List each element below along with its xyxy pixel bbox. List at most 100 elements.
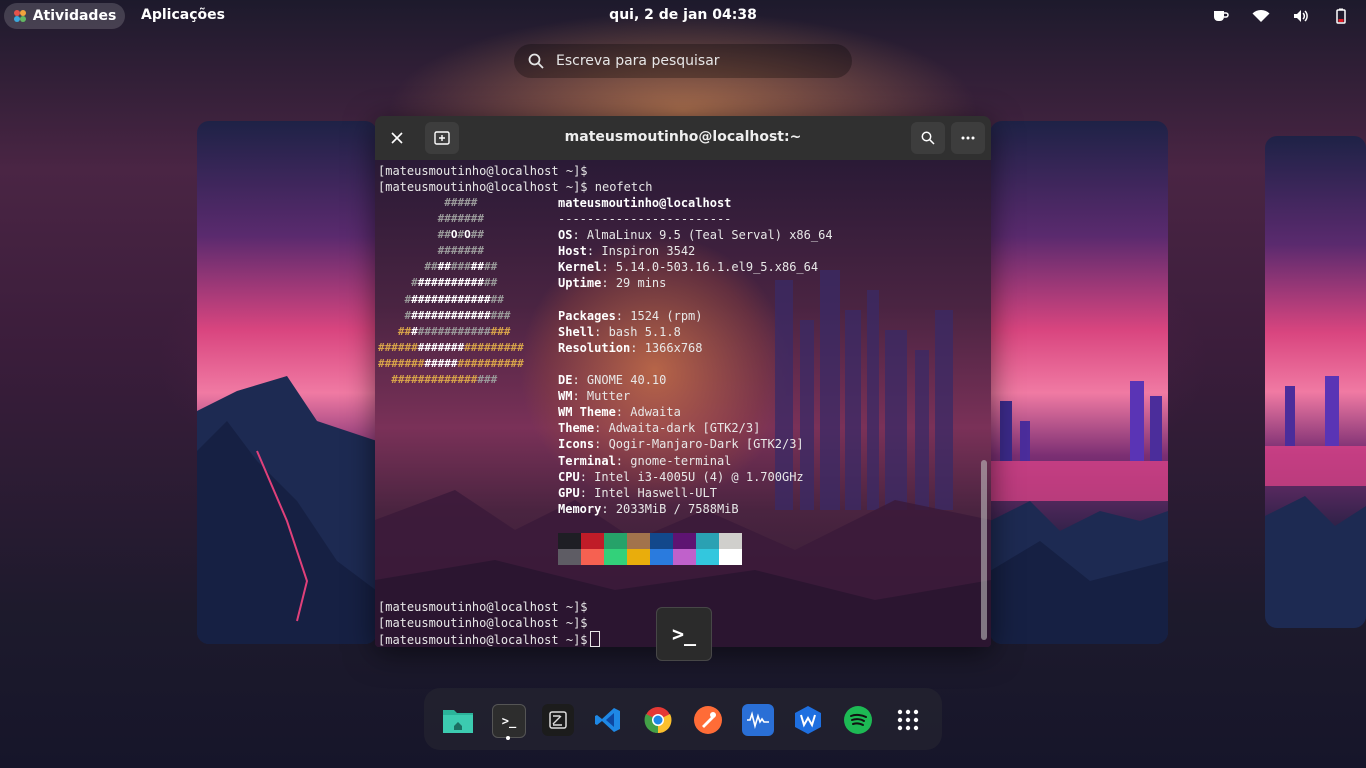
palette-swatch: [558, 533, 581, 549]
activities-button[interactable]: Atividades: [4, 3, 125, 29]
info-value: bash 5.1.8: [608, 324, 681, 339]
terminal-header-bar[interactable]: mateusmoutinho@localhost:~: [375, 116, 991, 160]
info-value: 2033MiB / 7588MiB: [615, 501, 739, 516]
info-colon: :: [615, 453, 631, 468]
postman-icon[interactable]: [692, 704, 724, 736]
palette-swatch: [627, 549, 650, 565]
window-title: mateusmoutinho@localhost:~: [564, 129, 802, 145]
scrollbar[interactable]: [981, 460, 987, 640]
app-grid-icon[interactable]: [892, 704, 924, 736]
new-tab-icon: [434, 131, 450, 145]
info-line: WM Theme: Adwaita: [558, 404, 833, 420]
info-line: Shell: bash 5.1.8: [558, 324, 833, 340]
close-button[interactable]: [380, 122, 414, 154]
info-key: Theme: [558, 421, 595, 436]
dock: >_: [424, 688, 942, 750]
palette-swatch: [673, 549, 696, 565]
menu-button[interactable]: [951, 122, 985, 154]
terminal-output-top: [mateusmoutinho@localhost ~]$ [mateusmout…: [378, 163, 653, 195]
new-tab-button[interactable]: [425, 122, 459, 154]
coffee-icon[interactable]: [1210, 6, 1232, 26]
volume-icon[interactable]: [1290, 6, 1312, 26]
applications-menu[interactable]: Aplicações: [141, 7, 225, 23]
info-line: Kernel: 5.14.0-503.16.1.el9_5.x86_64: [558, 259, 833, 275]
palette-swatch: [696, 549, 719, 565]
info-colon: :: [594, 437, 609, 452]
workspace-preview-left[interactable]: [197, 121, 377, 644]
info-value: Adwaita: [630, 405, 681, 420]
prompt-line: [mateusmoutinho@localhost ~]$ neofetch: [378, 180, 653, 195]
info-line: Memory: 2033MiB / 7588MiB: [558, 501, 833, 517]
terminal-app-badge: >_: [656, 607, 712, 661]
info-colon: :: [572, 389, 587, 404]
info-key: Packages: [558, 308, 616, 323]
wps-office-icon[interactable]: [792, 704, 824, 736]
prompt-line-active[interactable]: [mateusmoutinho@localhost ~]$: [378, 631, 600, 647]
info-colon: :: [630, 340, 645, 355]
info-colon: :: [572, 373, 587, 388]
info-colon: :: [579, 469, 595, 484]
info-colon: :: [572, 228, 587, 243]
info-value: Inspiron 3542: [601, 244, 696, 259]
palette-swatch: [604, 549, 627, 565]
palette-swatch: [558, 549, 581, 565]
info-colon: :: [594, 324, 609, 339]
info-key: CPU: [558, 469, 580, 484]
search-button[interactable]: [911, 122, 945, 154]
palette-swatch: [696, 533, 719, 549]
info-line: Theme: Adwaita-dark [GTK2/3]: [558, 420, 833, 436]
neofetch-info: mateusmoutinho@localhost ----------------…: [558, 195, 833, 517]
palette-swatch: [581, 549, 604, 565]
info-key: DE: [558, 373, 573, 388]
workspace-preview-next[interactable]: [1265, 136, 1366, 628]
info-value: GNOME 40.10: [586, 373, 667, 388]
prompt-line: [mateusmoutinho@localhost ~]$: [378, 616, 588, 631]
info-key: Host: [558, 244, 587, 259]
info-key: OS: [558, 228, 573, 243]
search-icon: [921, 131, 935, 145]
info-line: GPU: Intel Haswell-ULT: [558, 485, 833, 501]
info-colon: :: [615, 405, 631, 420]
terminal-window[interactable]: mateusmoutinho@localhost:~ [mateusmoutin…: [375, 116, 991, 647]
wifi-icon[interactable]: [1250, 6, 1272, 26]
audio-editor-icon[interactable]: [742, 704, 774, 736]
info-key: Kernel: [558, 260, 602, 275]
info-key: WM Theme: [558, 405, 616, 420]
info-value: Intel Haswell-ULT: [594, 485, 717, 500]
info-key: Uptime: [558, 276, 602, 291]
palette-swatch: [581, 533, 604, 549]
clock[interactable]: qui, 2 de jan 04:38: [609, 7, 757, 23]
info-line: Icons: Qogir-Manjaro-Dark [GTK2/3]: [558, 436, 833, 452]
info-line: Terminal: gnome-terminal: [558, 453, 833, 469]
info-value: Mutter: [586, 389, 631, 404]
activities-label: Atividades: [32, 8, 117, 24]
info-line: CPU: Intel i3-4005U (4) @ 1.700GHz: [558, 469, 833, 485]
distro-logo-icon: [13, 10, 26, 22]
vscode-icon[interactable]: [592, 704, 624, 736]
spotify-icon[interactable]: [842, 704, 874, 736]
wallpaper-image: [1265, 376, 1366, 628]
menu-icon: [961, 136, 975, 140]
chrome-icon[interactable]: [642, 704, 674, 736]
info-line: OS: AlmaLinux 9.5 (Teal Serval) x86_64: [558, 227, 833, 243]
terminal-icon[interactable]: >_: [492, 704, 526, 738]
system-tray[interactable]: [1210, 6, 1352, 26]
terminal-body[interactable]: [mateusmoutinho@localhost ~]$ [mateusmout…: [375, 160, 991, 647]
info-line: Uptime: 29 mins: [558, 275, 833, 291]
info-colon: :: [615, 308, 631, 323]
palette-swatch: [650, 549, 673, 565]
text-editor-icon[interactable]: [542, 704, 574, 736]
info-key: GPU: [558, 485, 580, 500]
palette-swatch: [627, 533, 650, 549]
battery-icon[interactable]: [1330, 6, 1352, 26]
terminal-badge-glyph: >_: [671, 622, 697, 646]
info-value: gnome-terminal: [630, 453, 732, 468]
files-icon[interactable]: [442, 704, 474, 736]
color-palette: [558, 533, 742, 565]
search-input[interactable]: Escreva para pesquisar: [514, 44, 852, 78]
info-line: Resolution: 1366x768: [558, 340, 833, 356]
workspace-preview-right[interactable]: [990, 121, 1168, 644]
prompt-text: [mateusmoutinho@localhost ~]$: [378, 633, 588, 647]
info-line: Host: Inspiron 3542: [558, 243, 833, 259]
palette-swatch: [604, 533, 627, 549]
